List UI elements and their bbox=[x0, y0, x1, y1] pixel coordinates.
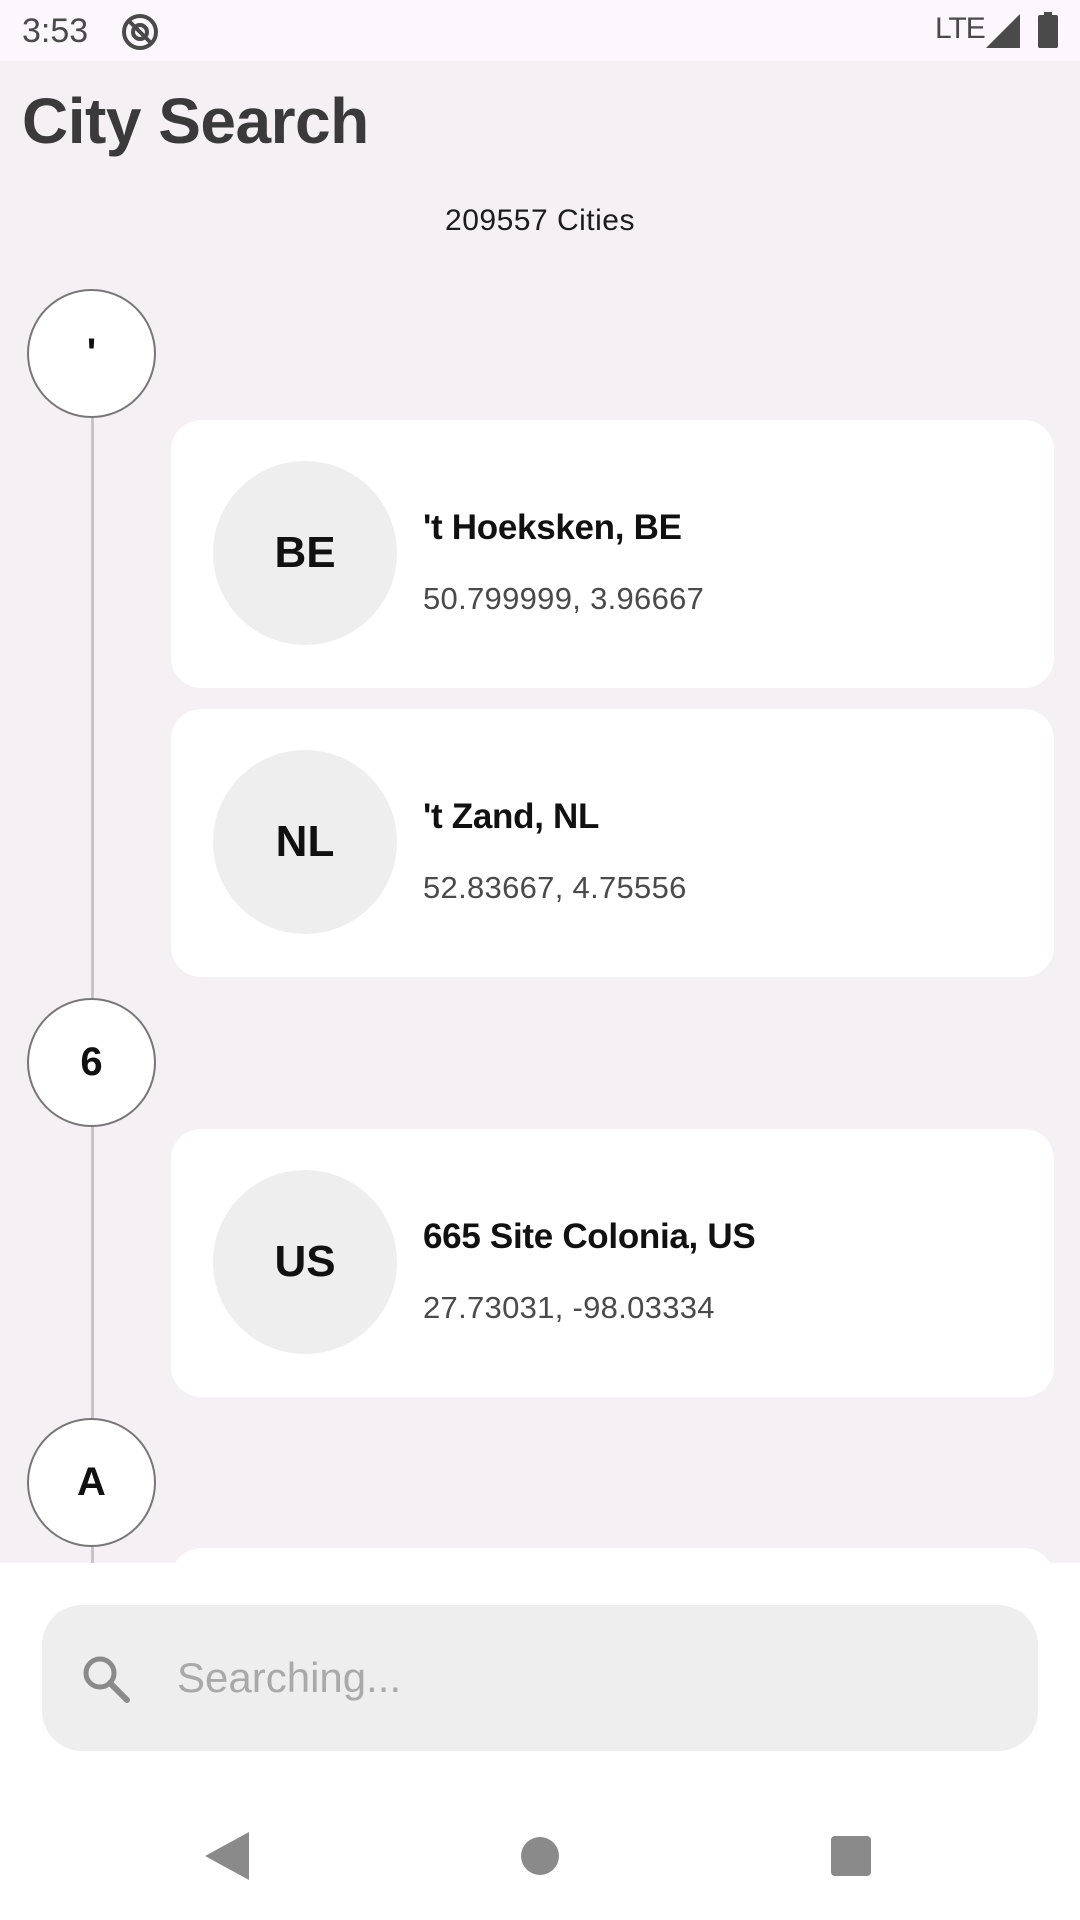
status-bar: 3:53 LTE bbox=[0, 0, 1080, 61]
city-name: 665 Site Colonia, US bbox=[423, 1217, 756, 1256]
home-icon[interactable] bbox=[521, 1837, 559, 1875]
city-card[interactable] bbox=[171, 1548, 1054, 1563]
back-icon[interactable] bbox=[205, 1832, 249, 1880]
city-name: 't Zand, NL bbox=[423, 797, 600, 836]
section-header: ' bbox=[27, 289, 156, 418]
screen: 3:53 LTE City Search 209557 Cities ' BE … bbox=[0, 0, 1080, 1920]
section-header: A bbox=[27, 1418, 156, 1547]
city-card[interactable]: US 665 Site Colonia, US 27.73031, -98.03… bbox=[171, 1129, 1054, 1397]
city-card[interactable]: NL 't Zand, NL 52.83667, 4.75556 bbox=[171, 709, 1054, 977]
page-title: City Search bbox=[22, 85, 369, 157]
status-time: 3:53 bbox=[22, 12, 89, 50]
city-coordinates: 50.799999, 3.96667 bbox=[423, 581, 705, 616]
network-type-label: LTE bbox=[935, 12, 986, 45]
app-notification-icon bbox=[122, 14, 158, 50]
section-header: 6 bbox=[27, 998, 156, 1127]
search-bar[interactable] bbox=[42, 1605, 1038, 1751]
city-list[interactable]: ' BE 't Hoeksken, BE 50.799999, 3.96667 … bbox=[0, 280, 1080, 1563]
country-badge: BE bbox=[213, 461, 397, 645]
city-card[interactable]: BE 't Hoeksken, BE 50.799999, 3.96667 bbox=[171, 420, 1054, 688]
search-icon bbox=[83, 1656, 130, 1703]
battery-icon bbox=[1038, 12, 1058, 48]
timeline-line bbox=[91, 416, 94, 1563]
signal-icon bbox=[986, 14, 1020, 48]
recents-icon[interactable] bbox=[831, 1836, 871, 1876]
city-coordinates: 27.73031, -98.03334 bbox=[423, 1290, 715, 1325]
country-badge: US bbox=[213, 1170, 397, 1354]
city-name: 't Hoeksken, BE bbox=[423, 508, 682, 547]
search-input[interactable] bbox=[177, 1633, 997, 1723]
city-count-label: 209557 Cities bbox=[445, 204, 635, 237]
country-badge: NL bbox=[213, 750, 397, 934]
city-coordinates: 52.83667, 4.75556 bbox=[423, 870, 687, 905]
